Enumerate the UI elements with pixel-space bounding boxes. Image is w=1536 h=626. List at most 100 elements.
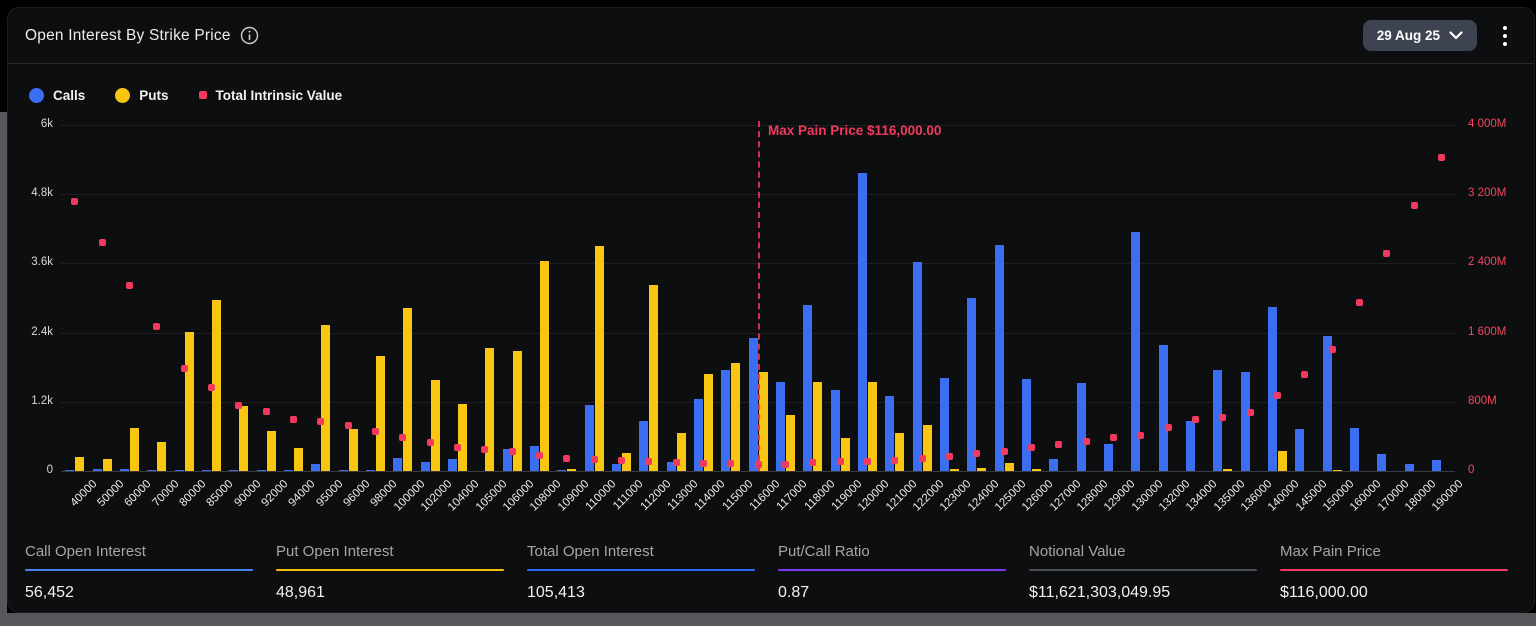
- call-bar: [366, 470, 375, 471]
- card-header: Open Interest By Strike Price 29 Aug 25: [8, 8, 1534, 63]
- stat-underline: [25, 569, 253, 572]
- y-axis-left-label: 2.4k: [8, 326, 53, 338]
- total-intrinsic-value-point: [782, 461, 789, 468]
- put-bar: [841, 438, 850, 471]
- call-bar: [1241, 372, 1250, 471]
- total-intrinsic-value-point: [427, 439, 434, 446]
- page-background-strip-left: [0, 112, 7, 626]
- call-bar: [202, 470, 211, 471]
- legend-item-total-intrinsic-value[interactable]: Total Intrinsic Value: [199, 88, 343, 103]
- put-bar: [239, 406, 248, 471]
- put-bar: [157, 442, 166, 471]
- kebab-dot: [1503, 34, 1507, 38]
- call-bar: [721, 370, 730, 471]
- call-bar: [1104, 444, 1113, 471]
- stat-call-open-interest: Call Open Interest 56,452: [25, 543, 253, 603]
- total-intrinsic-value-point: [618, 457, 625, 464]
- stat-label: Put Open Interest: [276, 543, 504, 560]
- total-intrinsic-value-point: [1383, 250, 1390, 257]
- stat-label: Total Open Interest: [527, 543, 755, 560]
- page-background-strip-bottom: [0, 613, 1536, 626]
- call-bar: [257, 470, 266, 471]
- stat-value: 48,961: [276, 584, 504, 602]
- kebab-dot: [1503, 26, 1507, 30]
- total-intrinsic-value-point: [454, 444, 461, 451]
- call-bar: [1049, 459, 1058, 471]
- x-axis-label: 70000: [150, 478, 181, 509]
- total-intrinsic-value-point: [1028, 444, 1035, 451]
- put-bar: [458, 404, 467, 471]
- total-intrinsic-value-point: [673, 459, 680, 466]
- total-intrinsic-value-point: [1438, 154, 1445, 161]
- stat-notional-value: Notional Value $11,621,303,049.95: [1029, 543, 1257, 603]
- total-intrinsic-value-point: [1083, 438, 1090, 445]
- put-bar: [649, 285, 658, 471]
- total-intrinsic-value-point: [536, 452, 543, 459]
- stat-underline: [276, 569, 504, 572]
- x-axis-label: 40000: [68, 478, 99, 509]
- total-intrinsic-value-point: [509, 448, 516, 455]
- total-intrinsic-value-point: [837, 458, 844, 465]
- call-bar: [284, 470, 293, 471]
- legend-item-puts[interactable]: Puts: [115, 88, 168, 103]
- total-intrinsic-value-point: [591, 456, 598, 463]
- put-bar: [567, 469, 576, 471]
- call-bar: [1159, 345, 1168, 471]
- call-bar: [229, 470, 238, 471]
- total-intrinsic-value-point: [399, 434, 406, 441]
- x-axis-label: 50000: [95, 478, 126, 509]
- total-intrinsic-value-point: [563, 455, 570, 462]
- put-bar: [267, 431, 276, 471]
- total-intrinsic-value-point: [235, 402, 242, 409]
- total-intrinsic-value-point: [372, 428, 379, 435]
- put-bar: [403, 308, 412, 471]
- call-bar: [393, 458, 402, 471]
- y-axis-right-label: 2 400M: [1468, 256, 1506, 268]
- total-intrinsic-value-point: [809, 459, 816, 466]
- call-bar: [65, 470, 74, 471]
- put-bar: [75, 457, 84, 471]
- info-icon[interactable]: [240, 26, 259, 45]
- call-bar: [1350, 428, 1359, 471]
- legend-label: Calls: [53, 88, 85, 103]
- call-bar: [311, 464, 320, 471]
- call-bar: [1022, 379, 1031, 471]
- x-axis-label: 95000: [314, 478, 345, 509]
- date-selector-button[interactable]: 29 Aug 25: [1363, 20, 1477, 51]
- total-intrinsic-value-point: [263, 408, 270, 415]
- total-intrinsic-value-point: [71, 198, 78, 205]
- total-intrinsic-value-point: [919, 455, 926, 462]
- kebab-menu-button[interactable]: [1499, 22, 1511, 50]
- total-intrinsic-value-point: [317, 418, 324, 425]
- y-axis-right-label: 3 200M: [1468, 187, 1506, 199]
- call-bar: [1077, 383, 1086, 471]
- total-intrinsic-value-point: [153, 323, 160, 330]
- put-bar: [1333, 470, 1342, 471]
- kebab-dot: [1503, 42, 1507, 46]
- chevron-down-icon: [1449, 31, 1463, 40]
- put-bar: [950, 469, 959, 471]
- call-bar: [1377, 454, 1386, 471]
- call-bar: [612, 464, 621, 471]
- stat-underline: [1029, 569, 1257, 572]
- total-intrinsic-value-point: [99, 239, 106, 246]
- put-bar: [130, 428, 139, 471]
- page-title: Open Interest By Strike Price: [25, 27, 231, 45]
- date-selector-label: 29 Aug 25: [1377, 28, 1440, 43]
- stat-label: Notional Value: [1029, 543, 1257, 560]
- y-axis-right-label: 0: [1468, 464, 1474, 476]
- y-axis-left-label: 0: [8, 464, 53, 476]
- legend-item-calls[interactable]: Calls: [29, 88, 85, 103]
- call-bar: [1432, 460, 1441, 471]
- total-intrinsic-value-point: [1110, 434, 1117, 441]
- chart: 6k4 000M4.8k3 200M3.6k2 400M2.4k1 600M1.…: [8, 111, 1534, 531]
- stats-bar: Call Open Interest 56,452 Put Open Inter…: [8, 543, 1534, 603]
- put-bar: [977, 468, 986, 471]
- call-bar: [120, 469, 129, 471]
- call-bar: [1186, 421, 1195, 471]
- legend-label: Puts: [139, 88, 168, 103]
- call-bar: [1295, 429, 1304, 471]
- put-bar: [540, 261, 549, 471]
- y-axis-left-label: 1.2k: [8, 395, 53, 407]
- put-bar: [923, 425, 932, 471]
